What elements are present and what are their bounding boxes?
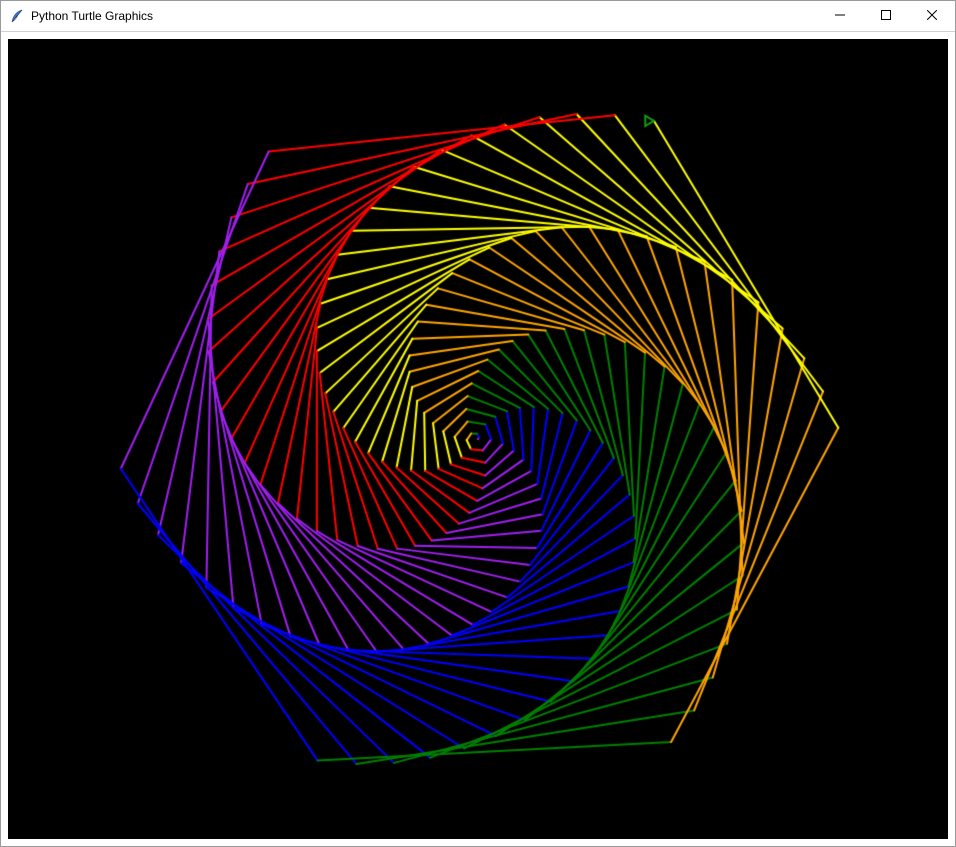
close-icon [927,9,937,23]
turtle-canvas [8,39,948,839]
maximize-icon [881,9,891,23]
app-feather-icon [9,8,25,24]
turtle-canvas-area [8,39,948,839]
window-title: Python Turtle Graphics [31,9,153,23]
maximize-button[interactable] [863,1,909,31]
app-window: Python Turtle Graphics [0,0,956,847]
close-button[interactable] [909,1,955,31]
minimize-icon [835,9,845,23]
minimize-button[interactable] [817,1,863,31]
titlebar[interactable]: Python Turtle Graphics [1,1,955,32]
